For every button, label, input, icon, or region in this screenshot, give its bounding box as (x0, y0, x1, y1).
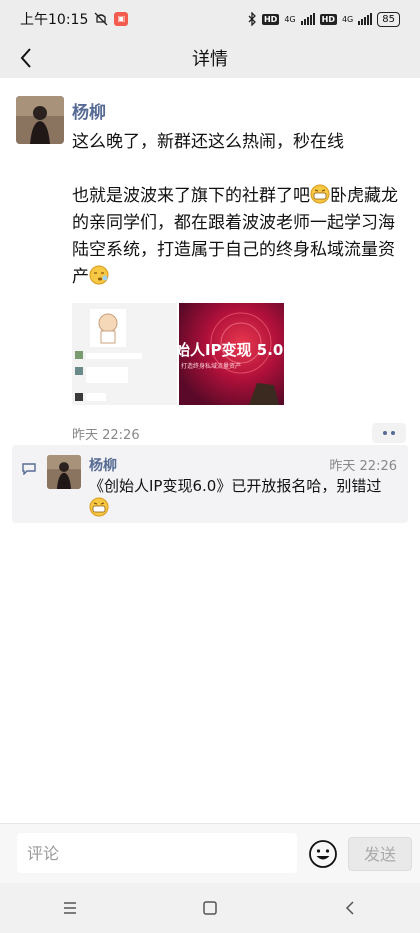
comment-bubble-icon (22, 463, 36, 475)
back-button[interactable] (12, 44, 40, 72)
post-text-line-1: 这么晚了，新群还这么热闹，秒在线 (72, 132, 344, 152)
bluetooth-icon (248, 12, 256, 26)
mute-icon (94, 12, 108, 26)
grin-emoji-icon (310, 184, 330, 204)
chevron-left-icon (20, 48, 31, 68)
grin-emoji-icon (89, 497, 109, 517)
back-arrow-icon (345, 901, 354, 915)
navbar: 详情 (0, 38, 420, 78)
hd-badge-1: HD (261, 13, 280, 25)
post-text-para-2a: 也就是波波来了旗下的社群了吧 (72, 186, 310, 206)
comment-input-bar: 发送 (0, 823, 420, 884)
comments-section: 杨柳 昨天 22:26 《创始人IP变现6.0》已开放报名哈，别错过 (12, 445, 408, 523)
post-images: 始人IP变现 5.0 打造终身私域流量资产 (72, 303, 406, 405)
comment-text-content: 《创始人IP变现6.0》已开放报名哈，别错过 (89, 477, 382, 495)
status-bar: 上午10:15 ▣ HD 4G HD 4G 85 (0, 0, 420, 38)
system-back-button[interactable] (330, 888, 370, 928)
app-notification-icon: ▣ (114, 12, 129, 26)
page-title: 详情 (192, 49, 228, 70)
moment-post: 杨柳 这么晚了，新群还这么热闹，秒在线 也就是波波来了旗下的社群了吧 卧虎藏龙的亲… (16, 96, 406, 443)
comment-input[interactable] (17, 833, 297, 873)
signal-icon-2 (358, 13, 373, 25)
poster-subtitle: 打造终身私域流量资产 (181, 363, 242, 370)
emoji-picker-button[interactable] (308, 839, 338, 869)
system-navigation-bar (0, 883, 420, 933)
status-time: 上午10:15 (20, 12, 89, 28)
send-button[interactable]: 发送 (348, 837, 412, 871)
poster-title: 始人IP变现 5.0 (179, 341, 284, 359)
home-button[interactable] (190, 888, 230, 928)
menu-icon (64, 902, 76, 914)
home-square-icon (203, 901, 217, 915)
network-label-1: 4G (284, 14, 296, 24)
comment-text: 《创始人IP变现6.0》已开放报名哈，别错过 (89, 475, 394, 520)
commenter-avatar[interactable] (47, 455, 81, 489)
post-text: 这么晚了，新群还这么热闹，秒在线 也就是波波来了旗下的社群了吧 卧虎藏龙的亲同学们… (72, 129, 406, 291)
chat-screenshot-thumbnail (72, 303, 177, 405)
hd-badge-2: HD (319, 13, 337, 25)
avatar-image (16, 96, 64, 144)
battery-indicator: 85 (377, 11, 400, 27)
menu-button[interactable] (50, 888, 90, 928)
comment-time: 昨天 22:26 (329, 459, 397, 474)
like-comment-menu-button[interactable] (372, 423, 406, 443)
post-image-ip-poster[interactable]: 始人IP变现 5.0 打造终身私域流量资产 (179, 303, 284, 405)
author-avatar[interactable] (16, 96, 64, 144)
network-label-2: 4G (341, 14, 354, 24)
sleepy-emoji-icon (89, 265, 109, 285)
signal-icon-1 (300, 13, 315, 25)
post-time: 昨天 22:26 (72, 427, 140, 443)
comment-author[interactable]: 杨柳 (89, 455, 117, 475)
post-image-chat-screenshot[interactable] (72, 303, 177, 405)
post-author[interactable]: 杨柳 (72, 98, 406, 123)
commenter-avatar-image (47, 455, 81, 489)
